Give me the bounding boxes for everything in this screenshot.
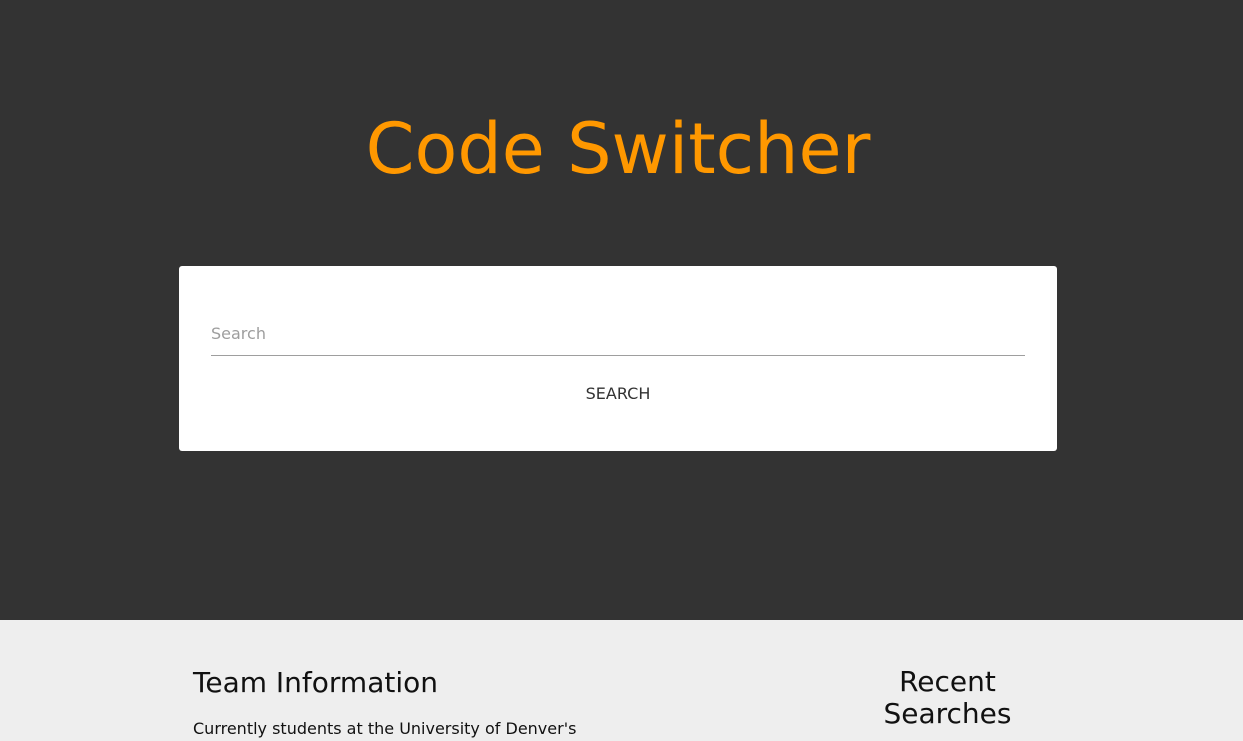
- search-card: SEARCH: [179, 266, 1057, 451]
- app-title: Code Switcher: [365, 108, 871, 190]
- footer-section: Team Information Currently students at t…: [0, 620, 1243, 741]
- hero-section: Code Switcher SEARCH: [0, 0, 1243, 620]
- search-button[interactable]: SEARCH: [558, 378, 678, 408]
- search-input[interactable]: [211, 312, 1025, 356]
- team-information-heading: Team Information: [193, 666, 438, 699]
- recent-searches-heading: Recent Searches: [883, 665, 1012, 730]
- team-information-text: Currently students at the University of …: [193, 719, 577, 738]
